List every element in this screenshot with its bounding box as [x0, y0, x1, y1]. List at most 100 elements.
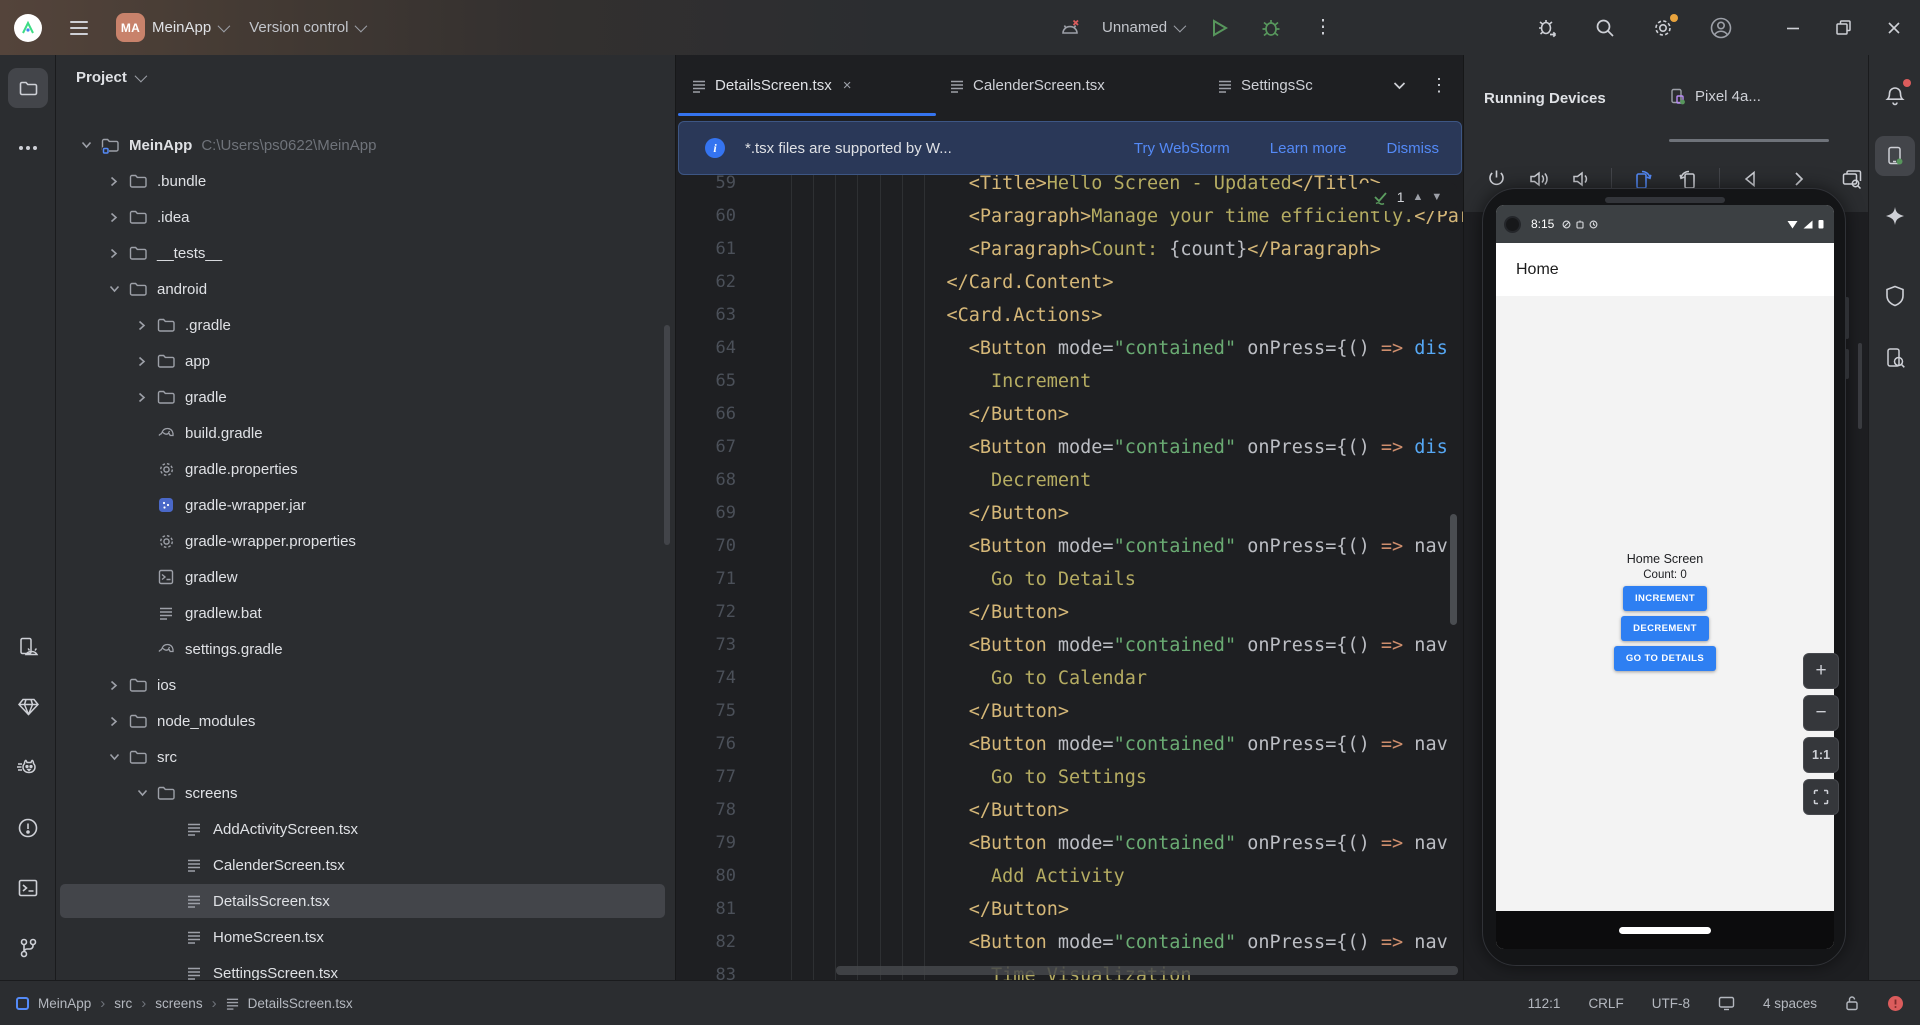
line-separator[interactable]: CRLF [1588, 996, 1623, 1011]
project-tree-scrollbar[interactable] [664, 325, 670, 545]
version-control-icon[interactable] [8, 928, 48, 968]
chevron-right-icon[interactable] [104, 176, 124, 187]
inspections-widget[interactable]: 1 ▲ ▼ [1357, 183, 1457, 211]
tree-item-gradlew-bat[interactable]: gradlew.bat [56, 595, 675, 631]
tree-item-settingsscreen-tsx[interactable]: SettingsScreen.tsx [56, 955, 675, 980]
terminal-icon[interactable] [8, 868, 48, 908]
decrement-button[interactable]: DECREMENT [1621, 616, 1709, 641]
chevron-right-icon[interactable] [132, 356, 152, 367]
gemini-sparkle-icon[interactable] [1875, 196, 1915, 236]
debug-button[interactable] [1255, 12, 1287, 44]
tree-item-node-modules[interactable]: node_modules [56, 703, 675, 739]
profile-icon[interactable] [1705, 12, 1737, 44]
chevron-down-icon[interactable] [132, 789, 152, 797]
sync-error-icon[interactable] [1887, 995, 1904, 1012]
breadcrumb-file[interactable]: DetailsScreen.tsx [248, 996, 353, 1011]
editor-horizontal-scrollbar[interactable] [836, 966, 1458, 975]
search-everywhere-icon[interactable] [1589, 12, 1621, 44]
project-panel-header[interactable]: Project [76, 69, 148, 86]
tree-item-gradlew[interactable]: gradlew [56, 559, 675, 595]
more-actions-menu[interactable]: ⋮ [1307, 12, 1339, 44]
main-menu-icon[interactable] [64, 15, 94, 41]
device-explorer-icon[interactable] [1875, 338, 1915, 378]
chevron-right-icon[interactable] [104, 212, 124, 223]
breadcrumb-screens[interactable]: screens [155, 996, 202, 1011]
vcs-menu[interactable]: Version control [249, 19, 368, 36]
project-widget[interactable]: MA MeinApp [116, 13, 231, 42]
window-close-button[interactable] [1886, 20, 1902, 36]
tree-item-screens[interactable]: screens [56, 775, 675, 811]
tree-item-addactivityscreen-tsx[interactable]: AddActivityScreen.tsx [56, 811, 675, 847]
tree-item-meinapp[interactable]: MeinApp C:\Users\ps0622\MeinApp [56, 127, 675, 163]
lock-icon[interactable] [1845, 995, 1859, 1011]
chevron-right-icon[interactable] [132, 392, 152, 403]
device-manager-icon[interactable] [8, 627, 48, 667]
chevron-right-icon[interactable] [104, 716, 124, 727]
next-problem-icon[interactable]: ▼ [1431, 191, 1442, 203]
power-button-icon[interactable] [1486, 168, 1507, 189]
trusted-shield-icon[interactable] [1875, 276, 1915, 316]
run-button[interactable] [1203, 12, 1235, 44]
volume-up-icon[interactable] [1528, 169, 1550, 189]
fit-to-window-button[interactable] [1803, 779, 1839, 815]
settings-gear-icon[interactable] [1647, 12, 1679, 44]
tree-item--bundle[interactable]: .bundle [56, 163, 675, 199]
tree-item-android[interactable]: android [56, 271, 675, 307]
running-devices-tool-icon[interactable] [1875, 136, 1915, 176]
chevron-right-icon[interactable] [104, 680, 124, 691]
tree-item-calenderscreen-tsx[interactable]: CalenderScreen.tsx [56, 847, 675, 883]
tree-item-src[interactable]: src [56, 739, 675, 775]
tree-item-homescreen-tsx[interactable]: HomeScreen.tsx [56, 919, 675, 955]
tree-item-settings-gradle[interactable]: settings.gradle [56, 631, 675, 667]
tree-item-gradle-properties[interactable]: gradle.properties [56, 451, 675, 487]
more-tool-windows-icon[interactable] [8, 128, 48, 168]
notifications-bell-icon[interactable] [1875, 76, 1915, 116]
device-tab-pixel4a[interactable]: Pixel 4a... [1669, 88, 1761, 105]
dismiss-link[interactable]: Dismiss [1387, 140, 1440, 157]
tree-item-detailsscreen-tsx[interactable]: DetailsScreen.tsx [56, 883, 675, 919]
screen-icon[interactable] [1718, 996, 1735, 1011]
increment-button[interactable]: INCREMENT [1622, 586, 1708, 611]
chevron-down-icon[interactable] [76, 141, 96, 149]
rotate-left-icon[interactable] [1633, 168, 1655, 190]
chevron-down-icon[interactable] [104, 285, 124, 293]
zoom-out-button[interactable]: − [1803, 695, 1839, 731]
chevron-right-icon[interactable] [104, 248, 124, 259]
devices-panel-scrollbar[interactable] [1858, 343, 1862, 429]
window-minimize-button[interactable] [1785, 20, 1801, 36]
tree-item-gradle-wrapper-jar[interactable]: gradle-wrapper.jar [56, 487, 675, 523]
logcat-icon[interactable] [8, 748, 48, 788]
chevron-down-icon[interactable] [104, 753, 124, 761]
breadcrumb-project[interactable]: MeinApp [38, 996, 91, 1011]
rotate-right-icon[interactable] [1676, 168, 1698, 190]
zoom-reset-button[interactable]: 1:1 [1803, 737, 1839, 773]
tree-item--gradle[interactable]: .gradle [56, 307, 675, 343]
caret-position[interactable]: 112:1 [1528, 996, 1561, 1011]
attach-debugger-icon[interactable] [1531, 12, 1563, 44]
volume-down-icon[interactable] [1571, 169, 1590, 189]
tree-item--idea[interactable]: .idea [56, 199, 675, 235]
home-indicator[interactable] [1619, 927, 1711, 934]
zoom-in-button[interactable]: + [1803, 653, 1839, 689]
resource-manager-icon[interactable] [8, 687, 48, 727]
back-button-icon[interactable] [1741, 170, 1759, 188]
screenshot-icon[interactable] [1841, 169, 1863, 189]
tree-item-gradle-wrapper-properties[interactable]: gradle-wrapper.properties [56, 523, 675, 559]
code-editor[interactable]: 59 <Title>Hello Screen - Updated</Title>… [676, 55, 1463, 980]
breadcrumb-src[interactable]: src [114, 996, 132, 1011]
expand-more-icon[interactable] [1794, 171, 1804, 187]
prev-problem-icon[interactable]: ▲ [1413, 191, 1424, 203]
run-configuration-select[interactable]: Unnamed [1102, 19, 1187, 36]
chevron-right-icon[interactable] [132, 320, 152, 331]
file-encoding[interactable]: UTF-8 [1652, 996, 1690, 1011]
tree-item-gradle[interactable]: gradle [56, 379, 675, 415]
tree-item--tests-[interactable]: __tests__ [56, 235, 675, 271]
indent-setting[interactable]: 4 spaces [1763, 996, 1817, 1011]
editor-vertical-scrollbar[interactable] [1450, 514, 1457, 625]
go-to-details-button[interactable]: GO TO DETAILS [1613, 646, 1717, 671]
try-webstorm-link[interactable]: Try WebStorm [1134, 140, 1230, 157]
project-tool-icon[interactable] [8, 68, 48, 108]
learn-more-link[interactable]: Learn more [1270, 140, 1347, 157]
tree-item-build-gradle[interactable]: build.gradle [56, 415, 675, 451]
emulator-screen[interactable]: 8:15 Home Home Screen Count: 0 INCREMENT… [1496, 205, 1834, 949]
